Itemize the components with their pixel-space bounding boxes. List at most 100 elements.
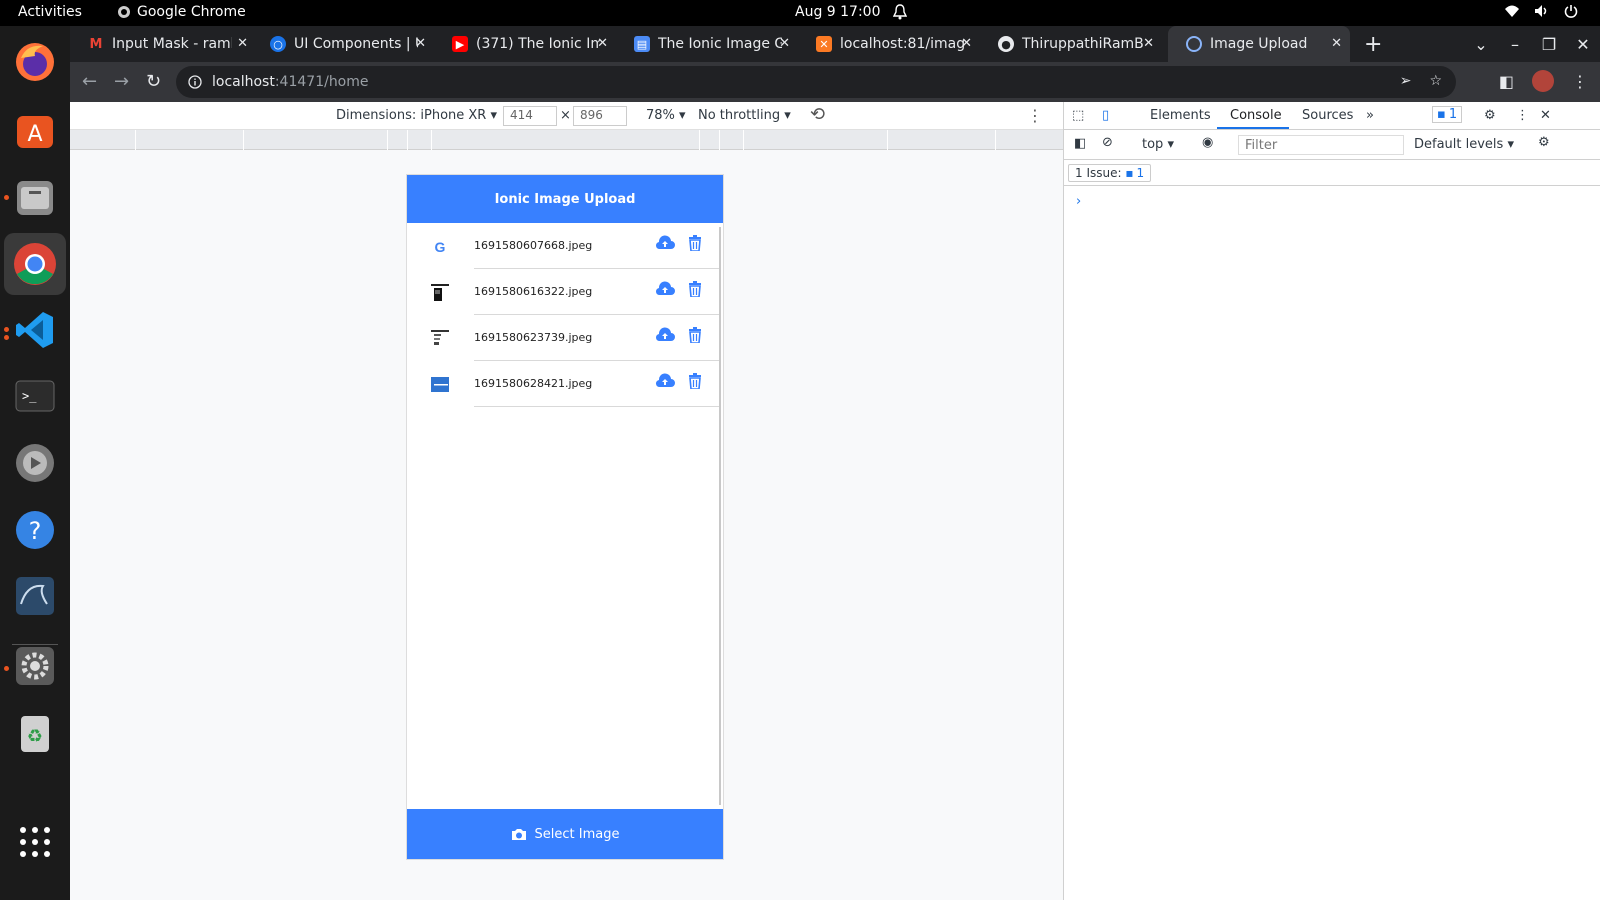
cloud-upload-icon[interactable]: [655, 281, 675, 301]
forward-icon[interactable]: →: [114, 71, 129, 92]
globe-icon: ○: [270, 36, 286, 52]
inspect-element-icon[interactable]: ⬚: [1072, 108, 1084, 123]
app-menu[interactable]: Google Chrome: [117, 4, 246, 20]
reload-icon[interactable]: ↻: [146, 71, 161, 92]
bookmark-star-icon[interactable]: ☆: [1429, 73, 1442, 89]
log-levels-select[interactable]: Default levels ▾: [1414, 137, 1514, 152]
console-sidebar-icon[interactable]: ◧: [1074, 136, 1086, 151]
settings-app-icon[interactable]: [11, 439, 59, 487]
console-filter-input[interactable]: Filter: [1238, 135, 1404, 155]
settings-gear-icon[interactable]: [11, 642, 59, 690]
list-item[interactable]: G 1691580607668.jpeg: [407, 223, 719, 269]
globe-icon: [1186, 36, 1202, 52]
side-panel-icon[interactable]: ◧: [1499, 72, 1514, 91]
notification-bell-icon[interactable]: [892, 4, 908, 24]
console-settings-icon[interactable]: ⚙: [1538, 135, 1550, 150]
app-name: Google Chrome: [137, 4, 246, 20]
close-tab-icon[interactable]: ✕: [237, 36, 248, 51]
context-select[interactable]: top ▾: [1142, 137, 1174, 152]
trash-delete-icon[interactable]: [688, 327, 702, 347]
trash-delete-icon[interactable]: [688, 281, 702, 301]
files-icon[interactable]: [11, 173, 59, 221]
list-item[interactable]: 1691580616322.jpeg: [407, 269, 719, 315]
throttling-select[interactable]: No throttling ▾: [698, 108, 791, 123]
device-height-input[interactable]: 896: [573, 106, 627, 126]
device-toggle-icon[interactable]: ▯: [1102, 108, 1109, 123]
chrome-menu-icon[interactable]: ⋮: [1572, 72, 1588, 91]
address-bar[interactable]: localhost:41471/home ➢ ☆: [176, 66, 1456, 98]
select-image-button[interactable]: Select Image: [407, 809, 723, 859]
image-filename: 1691580628421.jpeg: [474, 377, 593, 390]
cloud-upload-icon[interactable]: [655, 235, 675, 255]
dimension-times: ×: [560, 108, 571, 123]
svg-text:?: ?: [29, 517, 42, 545]
trash-delete-icon[interactable]: [688, 235, 702, 255]
mysql-workbench-icon[interactable]: [11, 572, 59, 620]
live-expression-eye-icon[interactable]: ◉: [1202, 135, 1213, 150]
terminal-icon[interactable]: >_: [11, 372, 59, 420]
tab-ui-components[interactable]: ○ UI Components | U ✕: [252, 26, 434, 62]
tab-title: (371) The Ionic Ima: [476, 36, 600, 52]
close-window-icon[interactable]: ✕: [1566, 35, 1600, 54]
system-tray[interactable]: [1504, 4, 1578, 18]
vscode-icon[interactable]: [11, 306, 59, 354]
minimize-icon[interactable]: –: [1498, 35, 1532, 54]
tab-elements[interactable]: Elements: [1150, 108, 1211, 123]
console-prompt[interactable]: ›: [1076, 194, 1081, 209]
close-tab-icon[interactable]: ✕: [1143, 36, 1154, 51]
send-to-device-icon[interactable]: ➢: [1400, 73, 1412, 89]
device-more-icon[interactable]: ⋮: [1027, 106, 1043, 125]
issues-bar: 1 Issue: ▪ 1: [1064, 160, 1600, 186]
scrollbar[interactable]: [719, 227, 721, 805]
cloud-upload-icon[interactable]: [655, 373, 675, 393]
close-tab-icon[interactable]: ✕: [1331, 36, 1342, 51]
close-tab-icon[interactable]: ✕: [779, 36, 790, 51]
maximize-icon[interactable]: ❐: [1532, 35, 1566, 54]
url-host: localhost: [212, 74, 275, 90]
running-indicator: [4, 327, 9, 332]
tab-console[interactable]: Console: [1230, 108, 1282, 123]
rotate-icon[interactable]: ⟲: [810, 104, 825, 125]
clear-console-icon[interactable]: ⊘: [1102, 135, 1113, 150]
close-tab-icon[interactable]: ✕: [597, 36, 608, 51]
devtools-settings-icon[interactable]: ⚙: [1484, 108, 1496, 123]
tab-search-icon[interactable]: ⌄: [1464, 35, 1498, 54]
activities-button[interactable]: Activities: [18, 4, 82, 20]
site-info-icon[interactable]: [188, 75, 202, 89]
tab-github[interactable]: ● ThiruppathiRamB ✕: [980, 26, 1162, 62]
tab-youtube[interactable]: ▶ (371) The Ionic Ima ✕: [434, 26, 616, 62]
devtools-menu-icon[interactable]: ⋮: [1516, 108, 1529, 123]
item-divider: [474, 406, 719, 407]
issues-badge[interactable]: ▪ 1: [1432, 106, 1463, 123]
cloud-upload-icon[interactable]: [655, 327, 675, 347]
tab-image-upload[interactable]: Image Upload ✕: [1168, 26, 1350, 62]
issues-link[interactable]: 1 Issue: ▪ 1: [1068, 164, 1152, 182]
tab-sources[interactable]: Sources: [1302, 108, 1353, 123]
trash-delete-icon[interactable]: [688, 373, 702, 393]
trash-icon[interactable]: ♻: [11, 709, 59, 757]
new-tab-button[interactable]: +: [1354, 26, 1394, 62]
tab-ionic-guide[interactable]: ▤ The Ionic Image G ✕: [616, 26, 798, 62]
software-center-icon[interactable]: A: [11, 106, 59, 154]
firefox-icon[interactable]: [11, 38, 59, 86]
back-icon[interactable]: ←: [82, 71, 97, 92]
profile-avatar[interactable]: [1532, 70, 1554, 92]
chrome-icon[interactable]: [4, 233, 66, 295]
more-tabs-icon[interactable]: »: [1366, 108, 1374, 123]
list-item[interactable]: 1691580628421.jpeg: [407, 361, 719, 407]
device-toolbar: Dimensions: iPhone XR ▾ 414 × 896 78% ▾ …: [70, 102, 1063, 130]
devtools-close-icon[interactable]: ✕: [1540, 108, 1551, 123]
image-thumbnail: [431, 330, 449, 347]
device-width-input[interactable]: 414: [503, 106, 557, 126]
doc-icon: ▤: [634, 36, 650, 52]
zoom-select[interactable]: 78% ▾: [646, 108, 686, 123]
tab-gmail[interactable]: M Input Mask - ramb ✕: [70, 26, 256, 62]
device-dimensions-select[interactable]: Dimensions: iPhone XR ▾: [336, 108, 497, 123]
list-item[interactable]: 1691580623739.jpeg: [407, 315, 719, 361]
help-icon[interactable]: ?: [11, 506, 59, 554]
tab-localhost-81[interactable]: ✕ localhost:81/imag ✕: [798, 26, 980, 62]
close-tab-icon[interactable]: ✕: [415, 36, 426, 51]
clock[interactable]: Aug 9 17:00: [795, 4, 881, 20]
show-apps-grid-icon[interactable]: [11, 818, 59, 866]
close-tab-icon[interactable]: ✕: [961, 36, 972, 51]
